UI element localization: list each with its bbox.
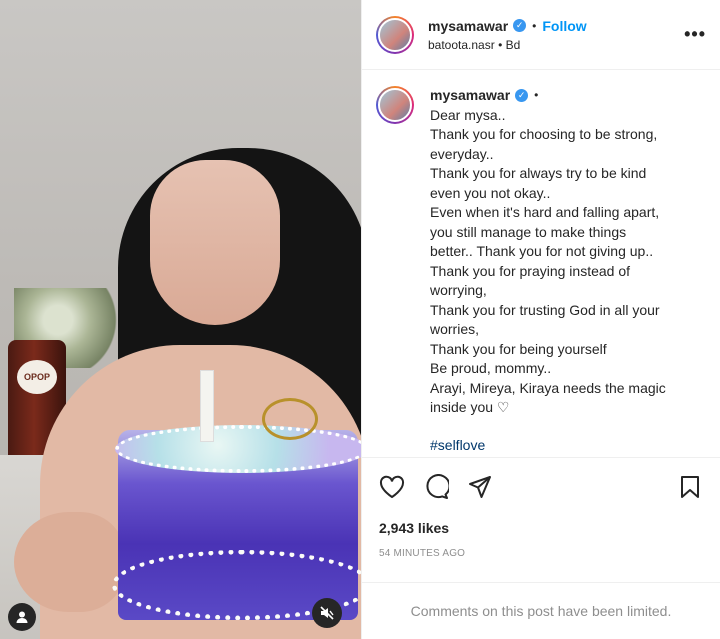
- cake-topper: [262, 398, 318, 440]
- post-time: Bd: [505, 37, 521, 52]
- comment-button[interactable]: [422, 473, 450, 501]
- verified-badge-icon: ✓: [515, 89, 529, 103]
- avatar[interactable]: [376, 86, 414, 124]
- caption-line: even you not okay..: [430, 184, 551, 201]
- caption-body: mysamawar ✓ • Dear mysa.. Thank you for …: [430, 86, 666, 457]
- post-media[interactable]: OPOP: [0, 0, 361, 639]
- more-options-button[interactable]: •••: [684, 24, 706, 45]
- verified-badge-icon: ✓: [513, 19, 527, 32]
- hashtag-link[interactable]: #selflove: [430, 436, 666, 456]
- like-button[interactable]: [378, 473, 406, 501]
- user-tag-button[interactable]: [8, 603, 36, 631]
- header-meta: mysamawar ✓ • Follow batoota.nasr • Bd: [428, 18, 684, 52]
- location-row: batoota.nasr • Bd: [428, 38, 684, 52]
- avatar[interactable]: [376, 15, 414, 54]
- header-name-row: mysamawar ✓ • Follow: [428, 18, 684, 34]
- follow-button[interactable]: Follow: [542, 18, 586, 34]
- separator-dot: •: [498, 37, 506, 52]
- cake-top: [115, 425, 361, 473]
- caption-section: mysamawar ✓ • Dear mysa.. Thank you for …: [362, 70, 720, 458]
- candle: [200, 370, 214, 442]
- caption-line: inside you ♡: [430, 399, 510, 415]
- separator-dot: •: [532, 18, 537, 33]
- username-link[interactable]: mysamawar: [428, 18, 508, 34]
- action-bar: [362, 458, 720, 516]
- bottle-label: OPOP: [17, 360, 57, 394]
- separator-dot: •: [534, 88, 539, 102]
- caption-line: worrying,: [430, 282, 487, 298]
- caption-line: Dear mysa..: [430, 106, 506, 123]
- post-timestamp: 54 MINUTES AGO: [379, 548, 466, 559]
- caption-name-row: mysamawar ✓ •: [430, 86, 666, 106]
- person-hand: [14, 512, 124, 612]
- caption-line: Thank you for praying instead of: [430, 262, 631, 279]
- caption-line: better.. Thank you for not giving up..: [430, 243, 654, 259]
- user-tag-icon: [16, 611, 28, 623]
- heart-icon: [379, 475, 405, 499]
- comments-limited-notice: Comments on this post have been limited.: [362, 582, 720, 639]
- caption-line: you still manage to make things: [430, 223, 627, 240]
- caption-line: Thank you for always try to be kind: [430, 165, 647, 181]
- caption-line: worries,: [430, 321, 480, 337]
- caption-line: Be proud, mommy..: [430, 360, 552, 376]
- save-button[interactable]: [676, 473, 704, 501]
- mute-button[interactable]: [312, 598, 342, 628]
- caption-line: everyday..: [430, 145, 494, 162]
- share-button[interactable]: [466, 473, 494, 501]
- person-face: [150, 160, 280, 325]
- mute-icon: [320, 606, 334, 620]
- caption-line: Even when it's hard and falling apart,: [430, 204, 660, 220]
- caption-line: Arayi, Mireya, Kiraya needs the magic: [430, 379, 666, 396]
- location-link[interactable]: batoota.nasr: [428, 38, 495, 52]
- share-icon: [469, 476, 491, 498]
- caption-line: Thank you for being yourself: [430, 340, 607, 357]
- caption-line: Thank you for trusting God in all your: [430, 301, 660, 318]
- instagram-post: OPOP mysamawar ✓ • Follow batoota.nasr •…: [0, 0, 720, 639]
- caption-line: Thank you for choosing to be strong,: [430, 126, 658, 142]
- comment-icon: [426, 474, 449, 499]
- post-header: mysamawar ✓ • Follow batoota.nasr • Bd •…: [362, 0, 720, 70]
- likes-count[interactable]: 2,943 likes: [362, 520, 720, 536]
- post-panel: mysamawar ✓ • Follow batoota.nasr • Bd •…: [361, 0, 720, 639]
- bookmark-icon: [681, 476, 699, 498]
- caption-username-link[interactable]: mysamawar: [430, 86, 510, 106]
